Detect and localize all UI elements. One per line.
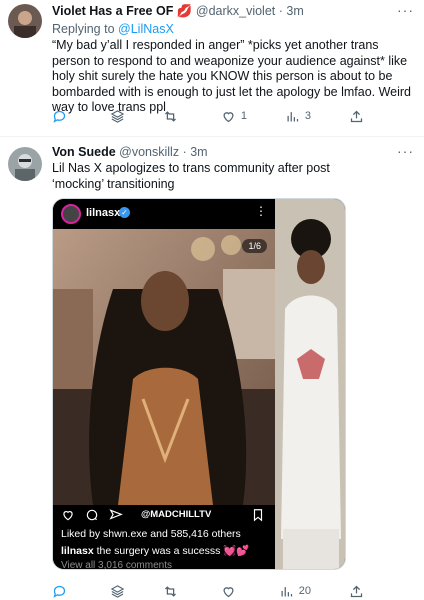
display-name[interactable]: Violet Has a Free OF 💋: [52, 4, 192, 18]
reply-icon: [53, 110, 66, 123]
replying-label: Replying to: [52, 22, 115, 36]
ig-username: lilnasx: [86, 207, 121, 219]
views-button[interactable]: 3: [285, 107, 311, 125]
avatar[interactable]: [8, 4, 42, 38]
retweet-icon: [164, 110, 176, 122]
views-icon: [287, 111, 298, 121]
avatar[interactable]: [8, 147, 42, 181]
timestamp[interactable]: · 3m: [183, 145, 208, 159]
like-count: 1: [240, 110, 247, 122]
layers-button[interactable]: [110, 107, 125, 125]
timestamp[interactable]: · 3m: [279, 4, 304, 18]
ig-comment-icon: [86, 509, 98, 521]
ig-caption-text: the surgery was a sucesss 💓💕: [93, 545, 250, 557]
retweet-button[interactable]: [163, 582, 183, 600]
share-icon: [350, 585, 363, 597]
verified-badge-icon: ✓: [119, 207, 130, 218]
like-button[interactable]: 1: [221, 107, 247, 125]
reply-icon: [53, 585, 66, 598]
tweet-media[interactable]: lilnasx ✓ ⋮ 1/6 @MADCHILLTV Liked by shw…: [52, 198, 346, 570]
view-count: 3: [304, 110, 311, 122]
heart-icon: [223, 111, 234, 122]
layers-icon: [110, 109, 125, 123]
heart-icon: [223, 586, 234, 597]
more-options-icon[interactable]: ···: [397, 2, 414, 18]
view-count: 20: [298, 585, 311, 597]
ig-likes: Liked by shwn.exe and 585,416 others: [61, 528, 241, 540]
replying-to-link[interactable]: @LilNasX: [118, 22, 174, 36]
views-button[interactable]: 20: [279, 582, 311, 600]
replying-to: Replying to @LilNasX: [52, 22, 174, 36]
instagram-screenshot: lilnasx ✓ ⋮ 1/6 @MADCHILLTV Liked by shw…: [53, 199, 275, 570]
layers-icon: [110, 584, 125, 598]
carousel-counter: 1/6: [242, 239, 267, 253]
ig-caption: lilnasx the surgery was a sucesss 💓💕: [61, 544, 249, 557]
layers-button[interactable]: [110, 582, 125, 600]
share-button[interactable]: [349, 107, 364, 125]
ig-more-icon: ⋮: [255, 204, 267, 218]
more-options-icon[interactable]: ···: [397, 143, 414, 159]
share-button[interactable]: [349, 582, 364, 600]
ig-comments-link: View all 3,016 comments: [61, 560, 172, 570]
ig-header: lilnasx ✓ ⋮: [53, 199, 275, 229]
views-icon: [281, 586, 292, 596]
share-icon: [350, 110, 363, 122]
tweet-actions: 20: [52, 582, 364, 600]
ig-action-bar: @MADCHILLTV: [53, 505, 275, 525]
reply-button[interactable]: [52, 107, 72, 125]
ig-send-icon: [109, 509, 123, 520]
like-button[interactable]: [221, 582, 241, 600]
ig-heart-icon: [63, 511, 73, 521]
ig-avatar: [61, 204, 81, 224]
side-photo: [275, 199, 345, 569]
ig-caption-user: lilnasx: [61, 545, 94, 557]
tweet-1[interactable]: Violet Has a Free OF 💋 @darkx_violet · 3…: [0, 0, 424, 134]
retweet-icon: [164, 585, 176, 597]
tweet-text: “My bad y’all I responded in anger” *pic…: [52, 38, 412, 114]
tweet-text: Lil Nas X apologizes to trans community …: [52, 161, 330, 191]
handle[interactable]: @darkx_violet: [196, 4, 275, 18]
ig-bookmark-icon: [253, 509, 263, 522]
display-name[interactable]: Von Suede: [52, 145, 116, 159]
handle[interactable]: @vonskillz: [119, 145, 179, 159]
reply-button[interactable]: [52, 582, 72, 600]
tweet-actions: 1 3: [52, 107, 364, 125]
retweet-button[interactable]: [163, 107, 183, 125]
ig-watermark: @MADCHILLTV: [141, 509, 212, 520]
ig-photo: 1/6: [53, 229, 275, 505]
